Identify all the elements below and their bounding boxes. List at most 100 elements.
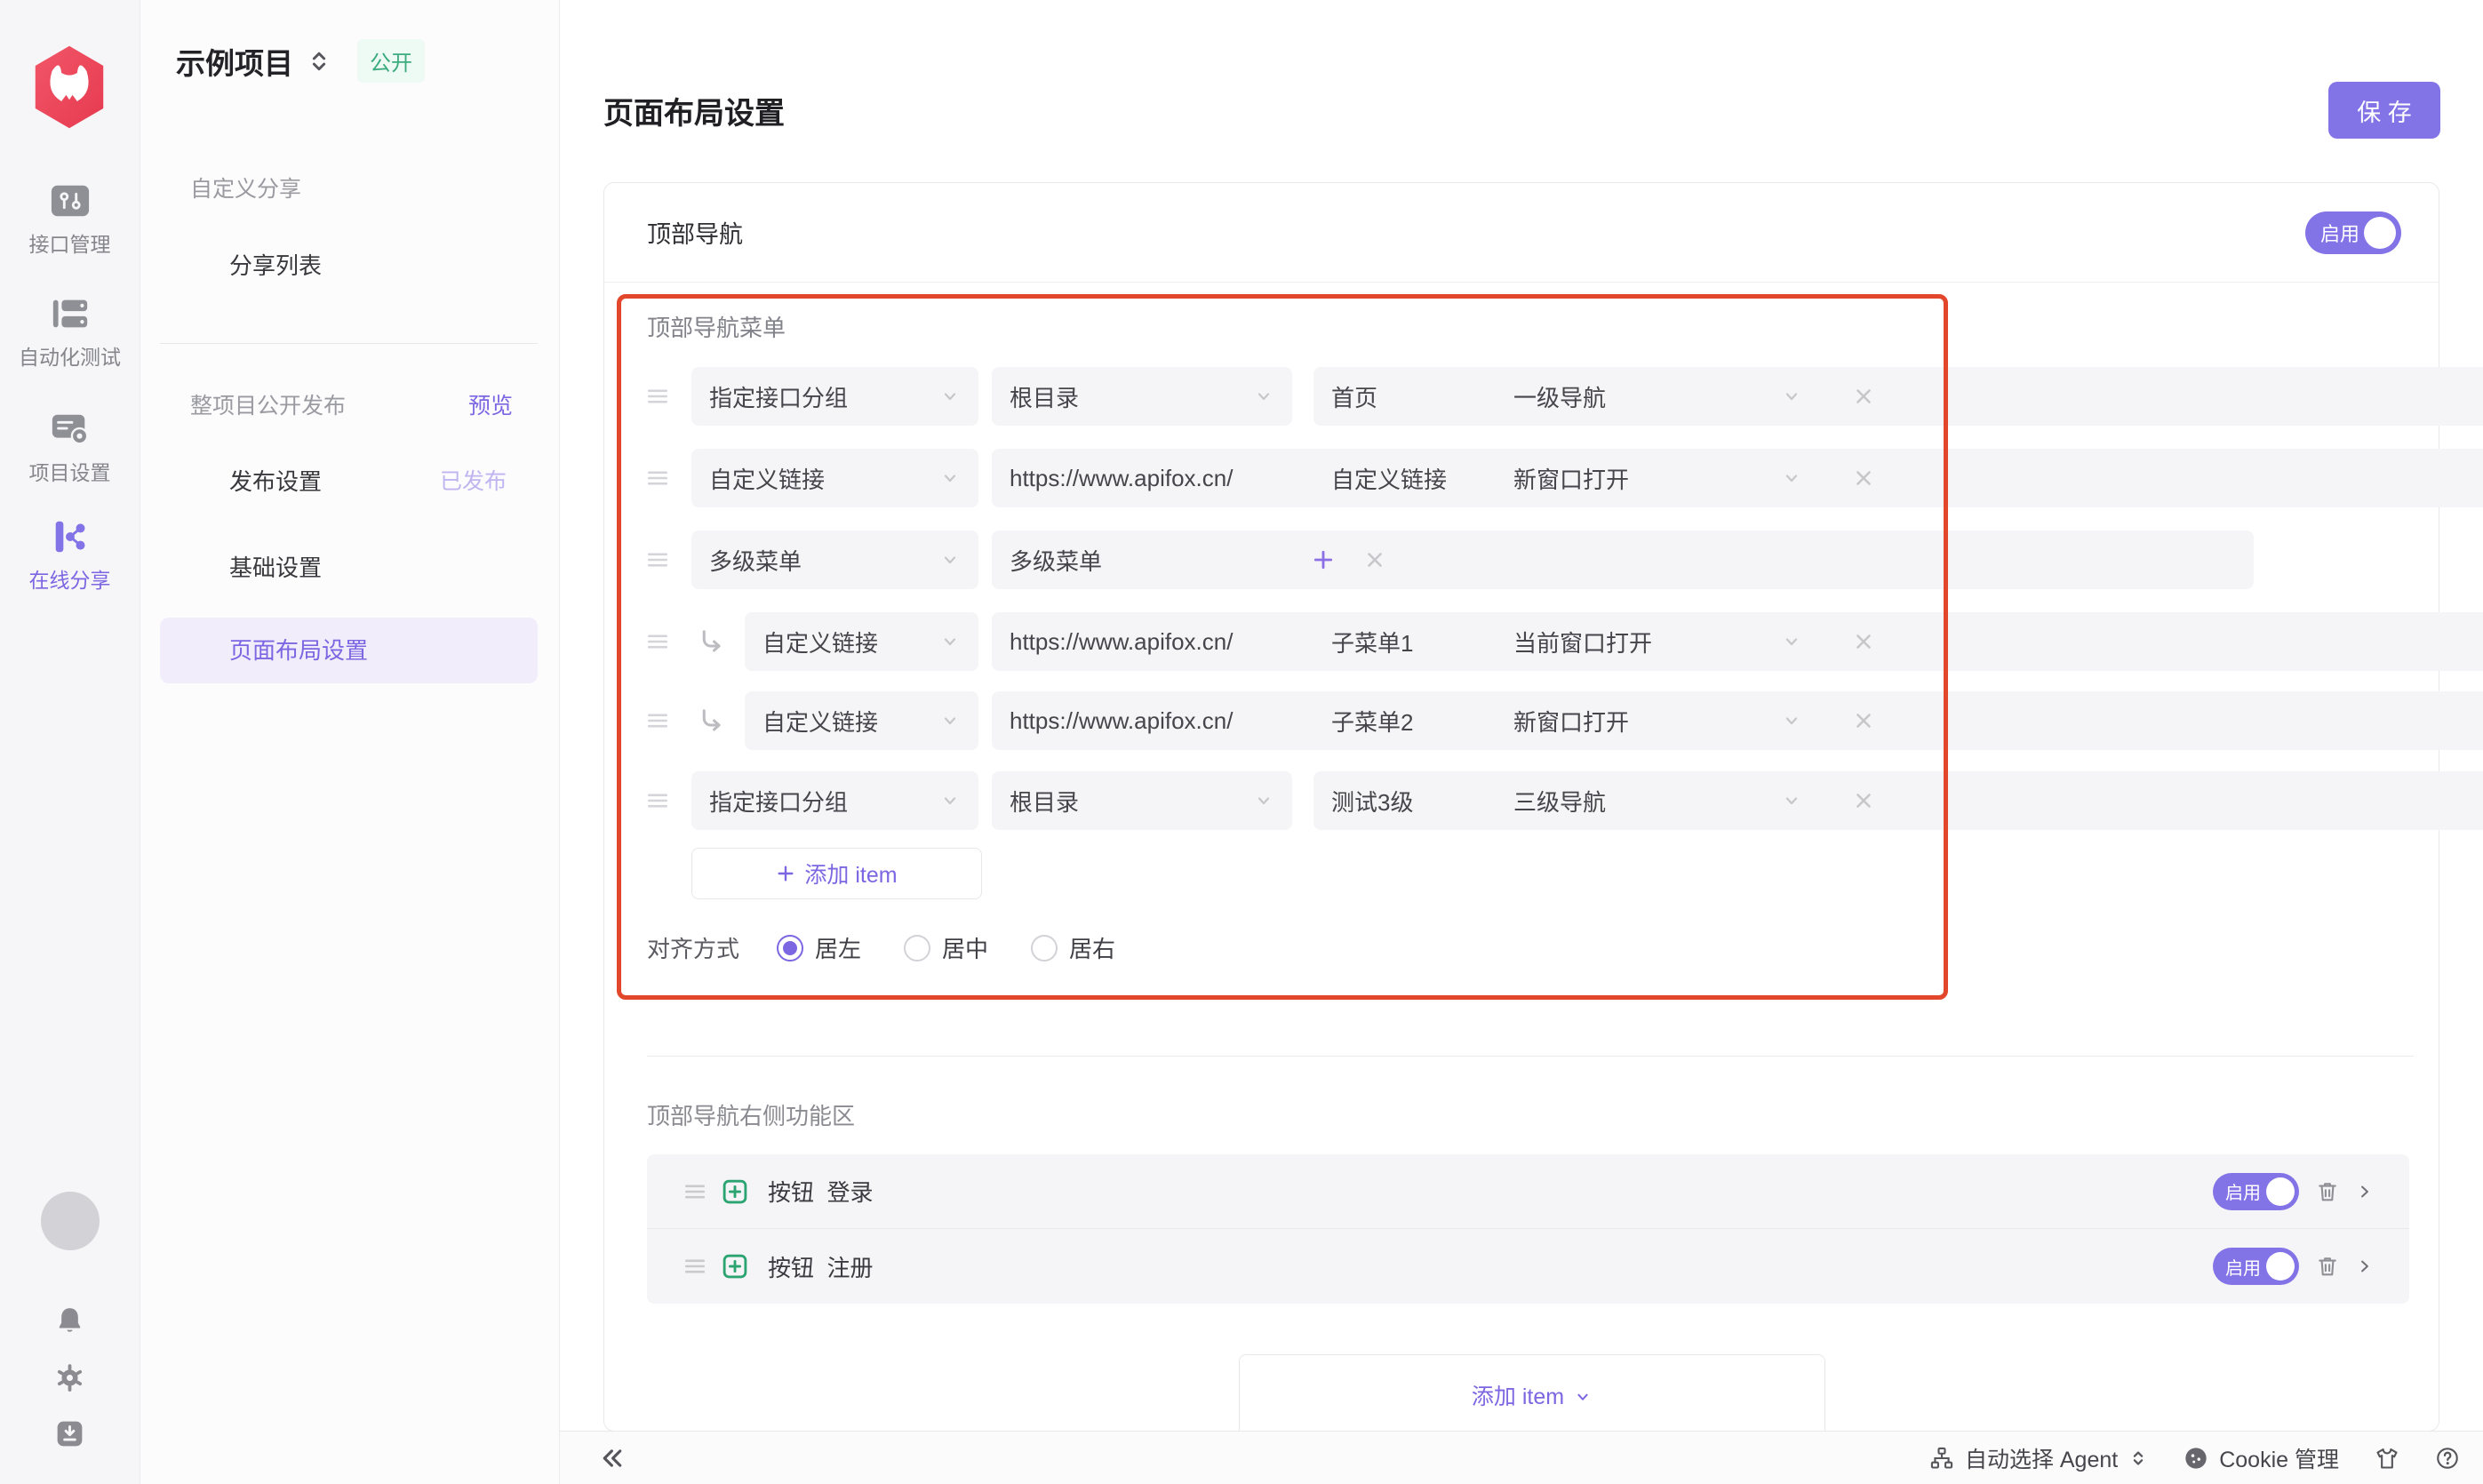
agent-selector[interactable]: 自动选择 Agent [1929,1442,2148,1474]
menu-type-select[interactable]: 多级菜单 [691,531,978,589]
chevron-down-icon [1253,386,1274,407]
chevron-down-icon [939,467,961,489]
notifications-bell-icon[interactable] [54,1304,85,1336]
cookie-manager[interactable]: Cookie 管理 [2184,1442,2339,1474]
select-value: 新窗口打开 [1513,462,1629,495]
subnav-item-share-list[interactable]: 分享列表 [229,248,322,281]
menu-title-input[interactable] [1313,691,2483,750]
preview-link[interactable]: 预览 [468,388,513,420]
menu-type-select[interactable]: 指定接口分组 [691,771,978,830]
help-icon[interactable] [2435,1446,2460,1471]
online-share-icon [50,518,91,555]
top-nav-enable-toggle[interactable]: 启用 [2305,211,2401,254]
chevron-right-icon[interactable] [2356,1257,2374,1275]
top-nav-menu-label: 顶部导航菜单 [647,310,786,343]
menu-open-mode-select[interactable]: 一级导航 [1496,367,1820,426]
menu-open-mode-select[interactable]: 新窗口打开 [1496,691,1820,750]
remove-row-icon[interactable] [1852,467,1875,490]
align-right-radio[interactable]: 居右 [1031,931,1115,964]
plus-icon [776,864,795,883]
right-area-row-register[interactable]: 按钮 注册 启用 [647,1229,2409,1304]
drag-handle-icon[interactable] [684,1256,706,1277]
menu-title-input[interactable] [1313,612,2483,671]
menu-title-input[interactable] [1313,367,2483,426]
save-button[interactable]: 保 存 [2328,82,2440,139]
right-area-label: 顶部导航右侧功能区 [647,1098,855,1131]
chevron-down-icon [1781,631,1802,652]
drag-handle-icon[interactable] [647,467,668,489]
menu-type-select[interactable]: 自定义链接 [691,449,978,507]
chevron-down-icon [1573,1387,1593,1407]
remove-row-icon[interactable] [1363,548,1386,571]
menu-target-select[interactable]: 根目录 [992,771,1292,830]
toggle-label: 启用 [2320,219,2359,247]
subnav-item-publish-settings[interactable]: 发布设置 [229,464,322,497]
add-submenu-icon[interactable] [1312,548,1335,571]
align-left-radio[interactable]: 居左 [777,931,861,964]
add-item-label: 添加 item [1472,1379,1564,1411]
share-subnav: 示例项目 公开 自定义分享 分享列表 整项目公开发布 预览 发布设置 已发布 基… [140,0,560,1484]
add-right-area-item-button[interactable]: 添加 item [1239,1354,1825,1436]
download-client-icon[interactable] [54,1418,85,1449]
menu-type-select[interactable]: 指定接口分组 [691,367,978,426]
subnav-divider [160,343,538,344]
align-mode-row: 对齐方式 居左 居中 居右 [647,931,1158,964]
apifox-logo[interactable] [29,44,109,130]
menu-title-input[interactable] [992,531,2254,589]
menu-title-input[interactable] [1313,449,2483,507]
app-rail: 接口管理 自动化测试 项目设置 [0,0,140,1484]
main-content: 页面布局设置 保 存 顶部导航 启用 顶部导航菜单 指定接口分组 根目录 [560,0,2483,1484]
drag-handle-icon[interactable] [647,790,668,811]
subnav-item-basic-settings[interactable]: 基础设置 [229,550,322,583]
menu-title-input[interactable] [1313,771,2483,830]
align-center-radio[interactable]: 居中 [904,931,988,964]
remove-row-icon[interactable] [1852,709,1875,732]
rail-item-label: 接口管理 [29,227,111,258]
select-value: 三级导航 [1513,785,1606,818]
drag-handle-icon[interactable] [647,386,668,407]
remove-row-icon[interactable] [1852,385,1875,408]
radio-label: 居右 [1069,931,1115,964]
shirt-icon[interactable] [2375,1446,2399,1471]
card-header: 顶部导航 启用 [604,183,2439,283]
right-area-row-login[interactable]: 按钮 登录 启用 [647,1154,2409,1229]
select-value: 指定接口分组 [709,380,848,413]
menu-open-mode-select[interactable]: 三级导航 [1496,771,1820,830]
sidebar-item-api-management[interactable]: 接口管理 [0,182,140,258]
row-enable-toggle[interactable]: 启用 [2213,1173,2299,1210]
settings-gear-icon[interactable] [54,1362,85,1393]
menu-target-select[interactable]: 根目录 [992,367,1292,426]
delete-row-icon[interactable] [2315,1179,2340,1204]
select-value: 根目录 [1010,785,1079,818]
button-type-icon [722,1178,748,1205]
subnav-item-page-layout-active[interactable]: 页面布局设置 [160,618,538,683]
row-enable-toggle[interactable]: 启用 [2213,1248,2299,1285]
menu-open-mode-select[interactable]: 新窗口打开 [1496,449,1820,507]
user-avatar[interactable] [41,1192,100,1250]
drag-handle-icon[interactable] [647,710,668,731]
menu-type-select[interactable]: 自定义链接 [745,612,978,671]
project-visibility-badge: 公开 [357,39,425,83]
sidebar-item-automated-testing[interactable]: 自动化测试 [0,295,140,371]
section-custom-share: 自定义分享 [190,172,301,203]
project-switcher[interactable]: 示例项目 公开 [176,39,425,83]
chevron-down-icon [1781,467,1802,489]
drag-handle-icon[interactable] [647,549,668,570]
sidebar-item-online-share[interactable]: 在线分享 [0,518,140,594]
remove-row-icon[interactable] [1852,630,1875,653]
remove-row-icon[interactable] [1852,789,1875,812]
delete-row-icon[interactable] [2315,1254,2340,1279]
menu-type-select[interactable]: 自定义链接 [745,691,978,750]
chevron-right-icon[interactable] [2356,1183,2374,1201]
chevron-down-icon [939,631,961,652]
add-menu-item-button[interactable]: 添加 item [691,848,982,899]
drag-handle-icon[interactable] [647,631,668,652]
status-bar: 自动选择 Agent Cookie 管理 [560,1431,2483,1484]
sidebar-item-project-settings[interactable]: 项目设置 [0,411,140,486]
chevron-down-icon [1253,790,1274,811]
collapse-sidebar-icon[interactable] [599,1445,626,1472]
toggle-knob [2364,217,2396,249]
chevron-down-icon [1781,790,1802,811]
menu-open-mode-select[interactable]: 当前窗口打开 [1496,612,1820,671]
drag-handle-icon[interactable] [684,1181,706,1202]
